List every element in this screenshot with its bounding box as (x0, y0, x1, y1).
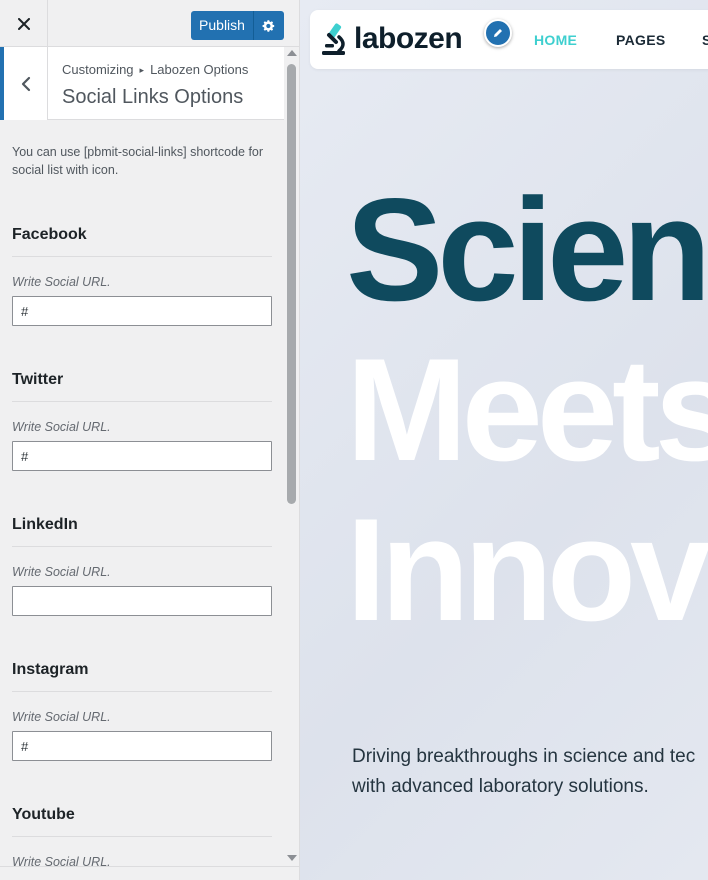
social-control-instagram: Instagram Write Social URL. # (12, 662, 272, 761)
control-label: Twitter (12, 372, 272, 402)
panel-scrollbar[interactable] (284, 47, 299, 867)
hero-line-3: Innov (346, 488, 708, 651)
gear-icon (262, 19, 275, 32)
twitter-url-input[interactable]: # (12, 441, 272, 471)
breadcrumb-arrow-icon: ▸ (139, 65, 145, 75)
breadcrumb: Customizing ▸ Labozen Options (62, 62, 248, 77)
control-label: Instagram (12, 662, 272, 692)
scrollbar-thumb[interactable] (287, 64, 296, 504)
hero-subtitle-line-1: Driving breakthroughs in science and tec (352, 746, 696, 767)
control-hint: Write Social URL. (12, 565, 111, 579)
social-control-twitter: Twitter Write Social URL. # (12, 372, 272, 471)
hero-subtitle: Driving breakthroughs in science and tec… (352, 742, 708, 802)
pencil-icon (494, 29, 502, 37)
publish-label: Publish (199, 17, 245, 33)
site-preview: labozen HOME PAGES S Scien Meets Innov D… (300, 0, 708, 880)
controls-panel: You can use [pbmit-social-links] shortco… (0, 121, 284, 880)
customizer-header: Publish (0, 0, 299, 47)
instagram-url-input[interactable]: # (12, 731, 272, 761)
social-control-linkedin: LinkedIn Write Social URL. (12, 517, 272, 616)
close-icon (17, 17, 30, 30)
site-logo-text[interactable]: labozen (354, 22, 463, 56)
scroll-up-arrow-icon[interactable] (287, 50, 297, 56)
breadcrumb-parent: Labozen Options (150, 62, 249, 77)
nav-pages[interactable]: PAGES (616, 32, 665, 48)
close-button[interactable] (0, 0, 48, 47)
facebook-url-input[interactable]: # (12, 296, 272, 326)
control-hint: Write Social URL. (12, 275, 111, 289)
linkedin-url-input[interactable] (12, 586, 272, 616)
microscope-icon (322, 23, 345, 55)
control-hint: Write Social URL. (12, 710, 111, 724)
social-control-facebook: Facebook Write Social URL. # (12, 227, 272, 326)
customizer-sidebar: Publish Customizing ▸ Labozen Options Soci… (0, 0, 300, 880)
hero-line-2: Meets (346, 328, 708, 491)
publish-settings-button[interactable] (254, 11, 284, 40)
publish-button[interactable]: Publish (191, 11, 284, 40)
breadcrumb-root: Customizing (62, 62, 134, 77)
back-button[interactable] (0, 47, 48, 120)
nav-item-cut-off[interactable]: S (702, 32, 708, 48)
control-label: Youtube (12, 807, 272, 837)
hero-line-1: Scien (346, 168, 708, 331)
control-label: LinkedIn (12, 517, 272, 547)
chevron-left-icon (21, 76, 30, 91)
edit-shortcut-button[interactable] (484, 19, 512, 47)
section-title: Social Links Options (62, 86, 244, 108)
section-header: Customizing ▸ Labozen Options Social Links… (0, 47, 284, 120)
nav-home[interactable]: HOME (534, 32, 577, 48)
scroll-down-arrow-icon[interactable] (287, 855, 297, 861)
customizer-footer (0, 866, 299, 880)
hero-subtitle-line-2: with advanced laboratory solutions. (352, 776, 649, 797)
site-header: labozen HOME PAGES S (310, 10, 708, 69)
control-label: Facebook (12, 227, 272, 257)
section-description: You can use [pbmit-social-links] shortco… (12, 145, 264, 177)
control-hint: Write Social URL. (12, 420, 111, 434)
